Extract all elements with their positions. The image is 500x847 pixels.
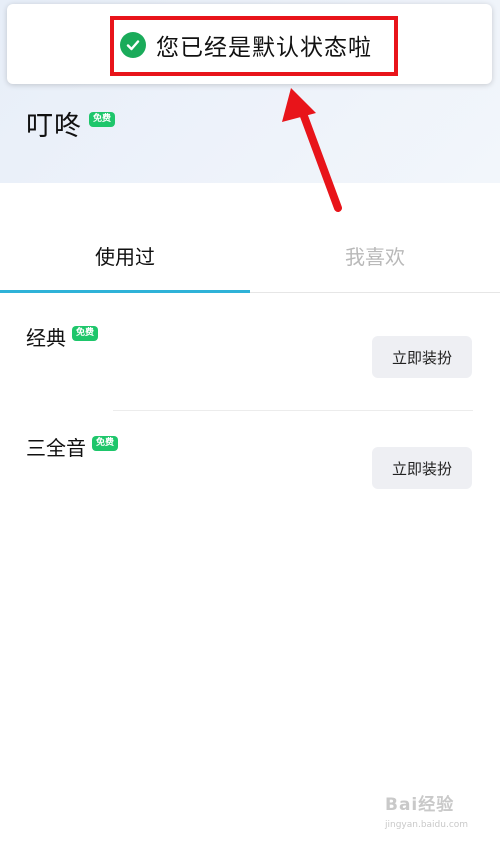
ringtone-name-row: 三全音 免费 xyxy=(26,432,119,461)
watermark-brand: Bai经验 xyxy=(385,795,455,815)
tab-used[interactable]: 使用过 xyxy=(0,218,250,293)
tab-used-label: 使用过 xyxy=(95,244,155,269)
tab-liked[interactable]: 我喜欢 xyxy=(250,218,500,292)
ringtone-name: 经典 xyxy=(26,326,66,350)
annotation-highlight-box xyxy=(110,16,398,76)
list-item: 三全音 免费 立即装扮 xyxy=(0,422,500,522)
tab-active-indicator xyxy=(0,290,250,293)
apply-ringtone-button[interactable]: 立即装扮 xyxy=(372,336,472,378)
free-badge: 免费 xyxy=(89,112,116,127)
ringtone-name: 三全音 xyxy=(26,436,86,460)
annotation-arrow-icon xyxy=(282,88,342,212)
list-item: 经典 免费 立即装扮 xyxy=(0,310,500,410)
free-badge: 免费 xyxy=(92,436,119,451)
watermark-url: jingyan.baidu.com xyxy=(385,820,469,830)
ringtone-title-row: 叮咚 免费 xyxy=(26,104,116,143)
free-badge: 免费 xyxy=(72,326,99,341)
ringtone-title: 叮咚 xyxy=(26,111,82,142)
tab-bar: 使用过 我喜欢 xyxy=(0,218,500,293)
list-divider xyxy=(113,410,473,411)
ringtone-name-row: 经典 免费 xyxy=(26,322,99,351)
watermark: Bai经验 jingyan.baidu.com xyxy=(385,790,495,840)
apply-ringtone-button[interactable]: 立即装扮 xyxy=(372,447,472,489)
tab-liked-label: 我喜欢 xyxy=(345,244,405,269)
